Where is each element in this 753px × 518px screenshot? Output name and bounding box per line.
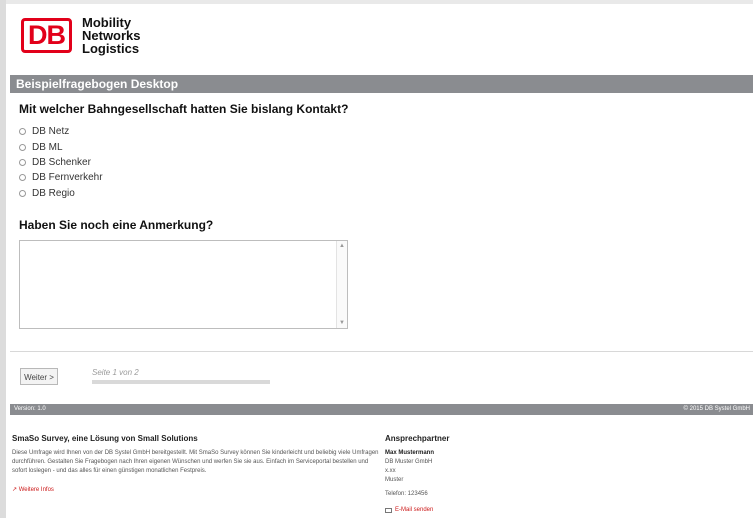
copyright-label: © 2015 DB Systel GmbH [683,406,750,412]
option-db-regio[interactable]: DB Regio [19,186,103,201]
option-db-schenker[interactable]: DB Schenker [19,155,103,170]
scroll-down-icon[interactable]: ▼ [339,320,345,326]
divider [10,351,753,352]
company-options: DB Netz DB ML DB Schenker DB Fernverkehr… [19,124,103,201]
email-link[interactable]: E-Mail senden [385,507,449,513]
option-label: DB Fernverkehr [32,172,103,184]
option-label: DB ML [32,141,63,153]
radio-button[interactable] [19,143,26,151]
option-label: DB Regio [32,187,75,199]
scroll-up-icon[interactable]: ▲ [339,243,345,249]
option-label: DB Schenker [32,156,91,168]
contact-name: Max Mustermann [385,450,435,456]
contact-section: Ansprechpartner Max Mustermann DB Muster… [385,434,449,513]
footer-title: SmaSo Survey, eine Lösung von Small Solu… [12,434,198,443]
brand-line-logistics: Logistics [82,41,140,56]
more-info-link[interactable]: ↗ Weitere Infos [12,486,382,493]
header: DB Mobility Networks Logistics [10,10,750,74]
footer-text: Diese Umfrage wird Ihnen von der DB Syst… [12,450,379,474]
brand-tagline: Mobility Networks Logistics [82,16,141,55]
progress-bar [92,380,270,384]
remark-textarea[interactable]: ▲ ▼ [19,240,348,329]
contact-line3: x.xx [385,468,396,474]
footer-info: SmaSo Survey, eine Lösung von Small Solu… [12,434,382,493]
version-label: Version: 1.0 [14,406,46,412]
question-2: Haben Sie noch eine Anmerkung? [19,218,214,232]
contact-company: DB Muster GmbH [385,459,433,465]
radio-button[interactable] [19,174,26,182]
textarea-scrollbar[interactable]: ▲ ▼ [336,241,347,328]
email-label[interactable]: E-Mail senden [395,507,433,513]
frame-top [0,0,753,4]
contact-line4: Muster [385,477,404,483]
next-button[interactable]: Weiter > [20,368,58,385]
frame-left [0,0,6,518]
contact-title: Ansprechpartner [385,434,450,443]
option-db-ml[interactable]: DB ML [19,139,103,154]
mail-icon [385,507,392,513]
option-db-fernverkehr[interactable]: DB Fernverkehr [19,170,103,185]
survey-title-bar: Beispielfragebogen Desktop [10,75,753,93]
page-indicator: Seite 1 von 2 [92,368,139,377]
radio-button[interactable] [19,189,26,197]
option-db-netz[interactable]: DB Netz [19,124,103,139]
question-1: Mit welcher Bahngesellschaft hatten Sie … [19,102,349,116]
db-logo: DB [21,18,72,53]
option-label: DB Netz [32,126,70,138]
contact-phone: Telefon: 123456 [385,491,428,497]
radio-button[interactable] [19,158,26,166]
radio-button[interactable] [19,128,26,136]
version-bar: Version: 1.0 © 2015 DB Systel GmbH [10,404,753,415]
